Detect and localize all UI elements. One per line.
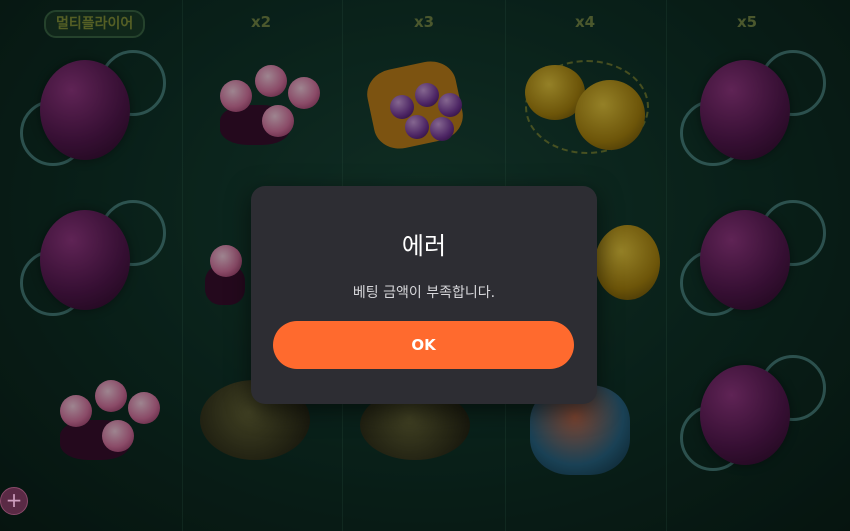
ok-button[interactable]: OK: [273, 321, 574, 369]
dialog-message: 베팅 금액이 부족합니다.: [352, 285, 496, 301]
error-dialog: 에러 베팅 금액이 부족합니다. OK: [251, 186, 597, 404]
dialog-title: 에러: [401, 232, 447, 260]
add-icon[interactable]: +: [0, 487, 28, 515]
